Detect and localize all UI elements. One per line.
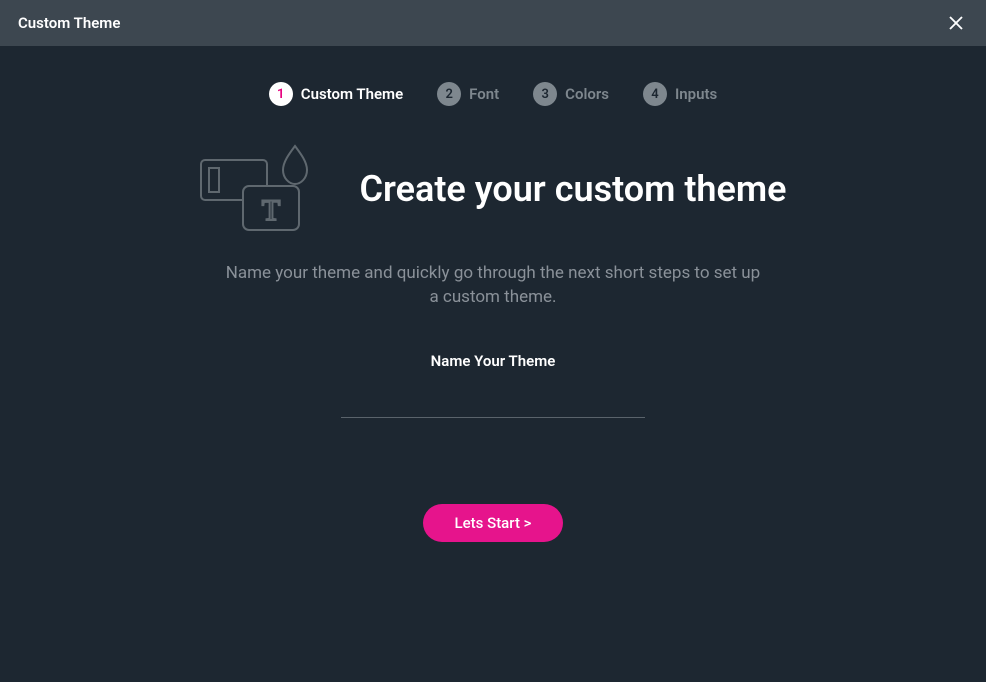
step-inputs[interactable]: 4 Inputs bbox=[643, 82, 717, 106]
hero-title: Create your custom theme bbox=[359, 168, 786, 210]
hero-section: T Create your custom theme bbox=[0, 144, 986, 234]
step-number: 3 bbox=[533, 82, 557, 106]
modal-title: Custom Theme bbox=[18, 14, 120, 32]
step-custom-theme[interactable]: 1 Custom Theme bbox=[269, 82, 403, 106]
theme-icon: T bbox=[199, 144, 327, 234]
step-number: 4 bbox=[643, 82, 667, 106]
cta-wrapper: Lets Start > bbox=[0, 504, 986, 542]
wizard-stepper: 1 Custom Theme 2 Font 3 Colors 4 Inputs bbox=[0, 46, 986, 140]
step-label: Colors bbox=[565, 85, 609, 103]
svg-text:T: T bbox=[262, 194, 280, 227]
lets-start-button[interactable]: Lets Start > bbox=[423, 504, 564, 542]
theme-name-input[interactable] bbox=[341, 384, 645, 418]
hero-description: Name your theme and quickly go through t… bbox=[223, 262, 763, 310]
name-field-label: Name Your Theme bbox=[0, 352, 986, 370]
step-label: Inputs bbox=[675, 85, 717, 103]
step-number: 2 bbox=[437, 82, 461, 106]
modal-header: Custom Theme bbox=[0, 0, 986, 46]
close-button[interactable] bbox=[944, 11, 968, 35]
step-label: Font bbox=[469, 85, 499, 103]
step-colors[interactable]: 3 Colors bbox=[533, 82, 609, 106]
step-font[interactable]: 2 Font bbox=[437, 82, 499, 106]
close-icon bbox=[947, 14, 965, 32]
input-wrapper bbox=[0, 384, 986, 418]
step-label: Custom Theme bbox=[301, 85, 403, 103]
step-number: 1 bbox=[269, 82, 293, 106]
